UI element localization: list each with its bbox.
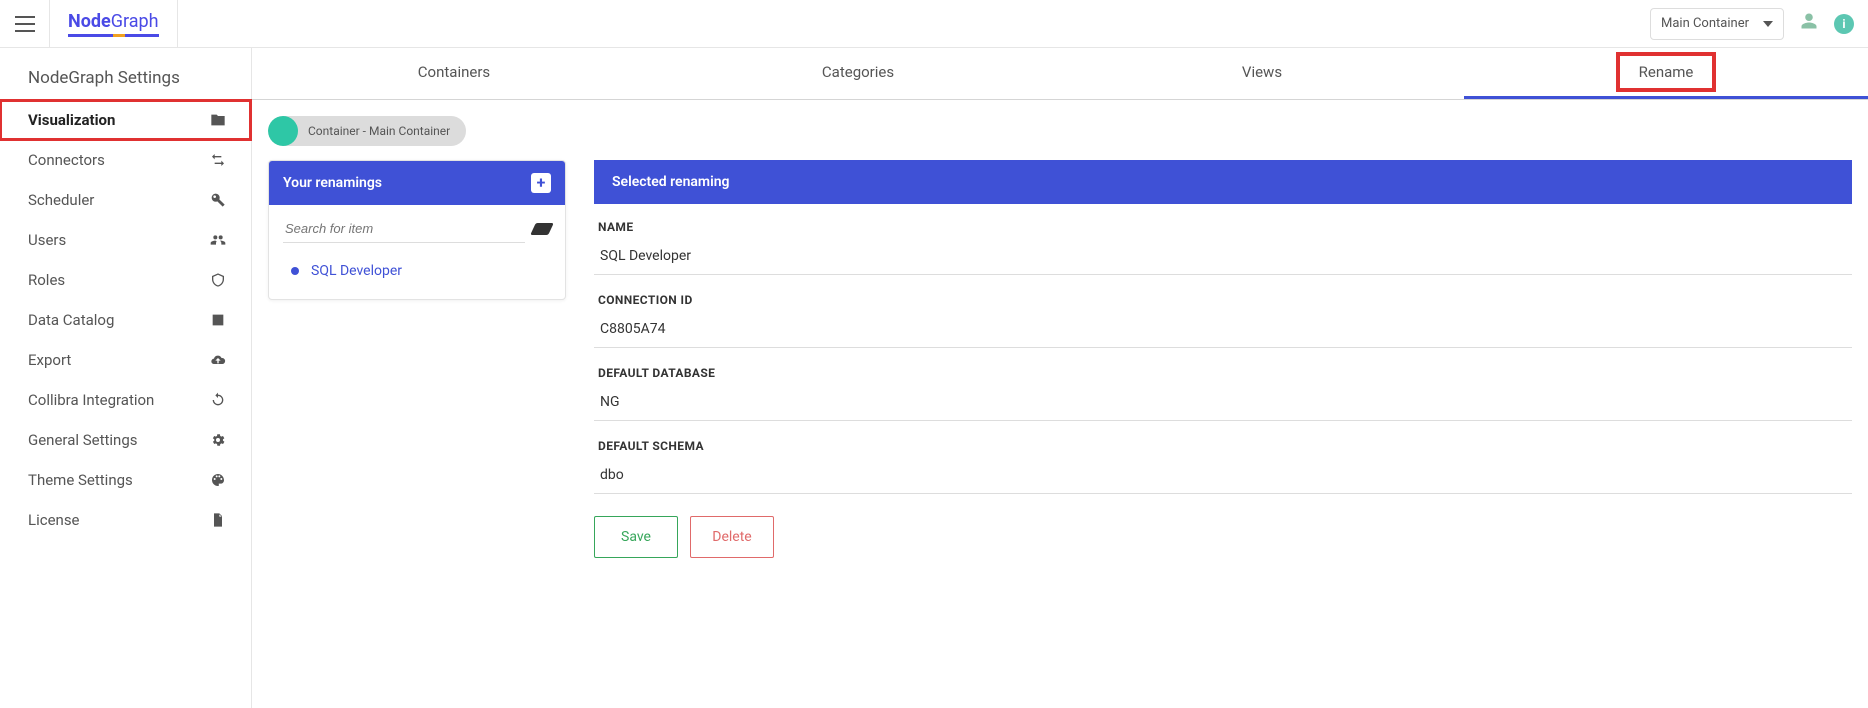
field-name: NAME SQL Developer — [594, 210, 1852, 275]
sidebar-item-scheduler[interactable]: Scheduler — [0, 180, 251, 220]
sidebar-item-export[interactable]: Export — [0, 340, 251, 380]
selected-renaming-header: Selected renaming — [594, 160, 1852, 204]
renaming-item-label: SQL Developer — [311, 263, 402, 279]
container-selector[interactable]: Main Container — [1650, 8, 1784, 40]
renamings-search-row — [269, 205, 565, 245]
sidebar-title: NodeGraph Settings — [0, 68, 251, 100]
user-icon[interactable] — [1800, 12, 1818, 35]
tab-categories[interactable]: Categories — [656, 48, 1060, 99]
selected-renaming-panel: Selected renaming NAME SQL Developer CON… — [594, 160, 1852, 558]
tablet-icon — [209, 312, 227, 328]
tab-label: Views — [1242, 63, 1282, 81]
palette-icon — [209, 472, 227, 488]
tab-label: Containers — [418, 63, 490, 81]
sidebar-item-label: Users — [28, 231, 66, 249]
users-icon — [209, 232, 227, 248]
search-input[interactable] — [283, 215, 525, 243]
field-default-database: DEFAULT DATABASE NG — [594, 356, 1852, 421]
sidebar: NodeGraph Settings Visualization Connect… — [0, 48, 252, 708]
field-connection-id-value[interactable]: C8805A74 — [594, 315, 1852, 348]
sidebar-item-label: Theme Settings — [28, 471, 133, 489]
add-renaming-button[interactable]: + — [531, 173, 551, 193]
field-default-database-value[interactable]: NG — [594, 388, 1852, 421]
delete-button[interactable]: Delete — [690, 516, 774, 558]
sidebar-item-theme-settings[interactable]: Theme Settings — [0, 460, 251, 500]
breadcrumb-label: Container - Main Container — [298, 124, 466, 138]
sidebar-item-license[interactable]: License — [0, 500, 251, 540]
file-icon — [209, 512, 227, 528]
save-button[interactable]: Save — [594, 516, 678, 558]
renamings-header: Your renamings + — [269, 161, 565, 205]
tab-containers[interactable]: Containers — [252, 48, 656, 99]
sidebar-item-label: Roles — [28, 271, 65, 289]
sidebar-item-connectors[interactable]: Connectors — [0, 140, 251, 180]
tab-label: Rename — [1639, 63, 1694, 81]
delete-button-label: Delete — [712, 529, 751, 545]
sidebar-item-label: Visualization — [28, 111, 115, 129]
panes: Your renamings + SQL Developer Selected … — [252, 160, 1868, 574]
renaming-item[interactable]: SQL Developer — [269, 245, 565, 299]
tabs: Containers Categories Views Rename — [252, 48, 1868, 100]
renamings-header-label: Your renamings — [283, 175, 382, 191]
logo-node: Node — [68, 11, 111, 32]
logo[interactable]: NodeGraph — [50, 0, 178, 47]
breadcrumb-dot-icon — [268, 116, 298, 146]
sidebar-item-label: Export — [28, 351, 71, 369]
sidebar-item-users[interactable]: Users — [0, 220, 251, 260]
field-default-database-label: DEFAULT DATABASE — [594, 366, 1852, 388]
sidebar-item-roles[interactable]: Roles — [0, 260, 251, 300]
shield-icon — [209, 272, 227, 288]
field-connection-id: CONNECTION ID C8805A74 — [594, 283, 1852, 348]
topbar-left: NodeGraph — [0, 0, 178, 47]
sidebar-item-label: Connectors — [28, 151, 105, 169]
save-button-label: Save — [621, 529, 651, 545]
renaming-form: NAME SQL Developer CONNECTION ID C8805A7… — [594, 204, 1852, 558]
topbar: NodeGraph Main Container i — [0, 0, 1868, 48]
hamburger-icon — [15, 16, 35, 32]
field-name-value[interactable]: SQL Developer — [594, 242, 1852, 275]
sidebar-item-visualization[interactable]: Visualization — [0, 100, 251, 140]
field-default-schema: DEFAULT SCHEMA dbo — [594, 429, 1852, 494]
field-default-schema-label: DEFAULT SCHEMA — [594, 439, 1852, 461]
tab-rename[interactable]: Rename — [1464, 48, 1868, 99]
gear-icon — [209, 432, 227, 448]
sidebar-item-collibra[interactable]: Collibra Integration — [0, 380, 251, 420]
field-connection-id-label: CONNECTION ID — [594, 293, 1852, 315]
cloud-upload-icon — [209, 352, 227, 368]
sidebar-item-label: Collibra Integration — [28, 391, 154, 409]
folder-icon — [209, 112, 227, 128]
sidebar-item-label: License — [28, 511, 80, 529]
wrench-icon — [209, 192, 227, 208]
selected-renaming-header-label: Selected renaming — [612, 174, 730, 190]
sidebar-item-label: General Settings — [28, 431, 138, 449]
sync-icon — [209, 392, 227, 408]
sidebar-item-general-settings[interactable]: General Settings — [0, 420, 251, 460]
logo-graph: Graph — [111, 11, 159, 32]
sidebar-item-data-catalog[interactable]: Data Catalog — [0, 300, 251, 340]
sidebar-item-label: Data Catalog — [28, 311, 114, 329]
info-icon[interactable]: i — [1834, 14, 1854, 34]
container-selector-label: Main Container — [1661, 16, 1749, 31]
form-actions: Save Delete — [594, 502, 1852, 558]
transfer-icon — [209, 152, 227, 168]
field-default-schema-value[interactable]: dbo — [594, 461, 1852, 494]
chevron-down-icon — [1763, 21, 1773, 27]
tab-label: Categories — [822, 63, 894, 81]
field-name-label: NAME — [594, 220, 1852, 242]
tab-views[interactable]: Views — [1060, 48, 1464, 99]
menu-toggle[interactable] — [0, 0, 50, 47]
breadcrumb-row: Container - Main Container — [252, 100, 1868, 160]
renamings-panel: Your renamings + SQL Developer — [268, 160, 566, 300]
sidebar-item-label: Scheduler — [28, 191, 94, 209]
topbar-right: Main Container i — [1650, 8, 1854, 40]
eraser-icon[interactable] — [530, 223, 554, 235]
content: Containers Categories Views Rename Conta… — [252, 48, 1868, 708]
breadcrumb[interactable]: Container - Main Container — [268, 116, 466, 146]
bullet-icon — [291, 267, 299, 275]
